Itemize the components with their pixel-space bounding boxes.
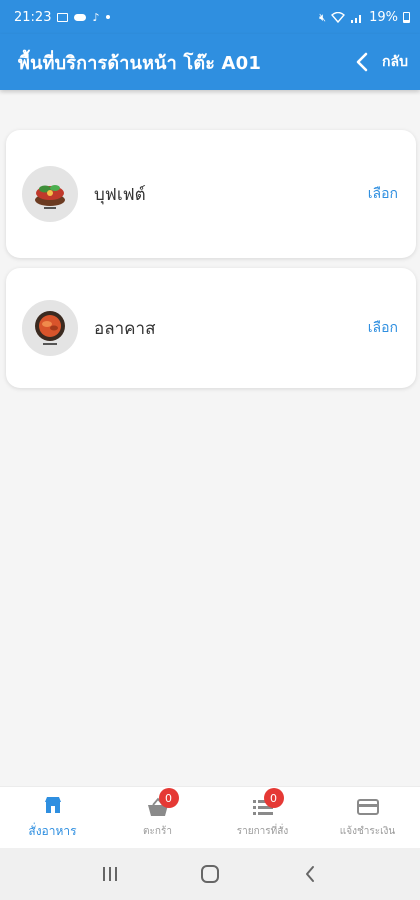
select-button[interactable]: เลือก [368,183,398,205]
battery-percent: 19% [369,9,398,25]
system-back-button[interactable] [295,859,325,889]
option-name: บุฟเฟต์ [94,184,146,205]
wifi-icon [331,11,346,23]
tiktok-icon: ♪ [92,10,100,24]
system-nav-bar [0,848,420,900]
nav-item-basket[interactable]: 0 ตะกร้า [105,787,210,848]
battery-icon [403,11,410,23]
chevron-left-icon [356,52,368,72]
nav-item-orders[interactable]: 0 รายการที่สั่ง [210,787,315,848]
back-button[interactable]: กลับ [356,51,408,73]
nav-label: สั่งอาหาร [28,824,77,838]
buffet-logo-icon [22,166,78,222]
status-time: 21:23 [14,9,52,25]
notification-dot-icon [105,15,110,19]
page-title: พื้นที่บริการด้านหน้า โต๊ะ A01 [18,52,262,74]
nav-item-order[interactable]: สั่งอาหาร [0,787,105,848]
recent-apps-button[interactable] [95,859,125,889]
option-card-alacarte[interactable]: อลาคาส เลือก [6,268,416,388]
orders-count-badge: 0 [263,788,284,808]
nav-label: ตะกร้า [143,826,172,837]
gallery-icon [57,12,69,22]
option-name: อลาคาส [94,318,156,339]
option-card-buffet[interactable]: บุฟเฟต์ เลือก [6,130,416,258]
recent-apps-icon [103,867,117,881]
home-icon [201,865,219,883]
nav-label: รายการที่สั่ง [236,826,289,837]
card-icon [356,799,379,815]
app-bar: พื้นที่บริการด้านหน้า โต๊ะ A01 กลับ [0,34,420,90]
bottom-nav: สั่งอาหาร 0 ตะกร้า 0 รายการที่สั่ง แจ้งช… [0,786,420,848]
screen: 21:23 ♪ 🔇︎ 19% พื้นที่บริการด้านหน้า โต๊… [0,0,420,900]
select-button[interactable]: เลือก [368,317,398,339]
status-bar: 21:23 ♪ 🔇︎ 19% [0,0,420,34]
nav-label: แจ้งชำระเงิน [339,826,396,837]
back-arrow-icon [306,866,314,882]
home-button[interactable] [195,859,225,889]
cloud-icon [74,13,87,21]
store-icon [44,797,61,813]
nav-item-payment[interactable]: แจ้งชำระเงิน [315,787,420,848]
mute-icon: 🔇︎ [319,10,327,24]
back-label: กลับ [382,54,408,70]
alacarte-logo-icon [22,300,78,356]
signal-icon [351,14,362,23]
basket-count-badge: 0 [158,788,179,808]
